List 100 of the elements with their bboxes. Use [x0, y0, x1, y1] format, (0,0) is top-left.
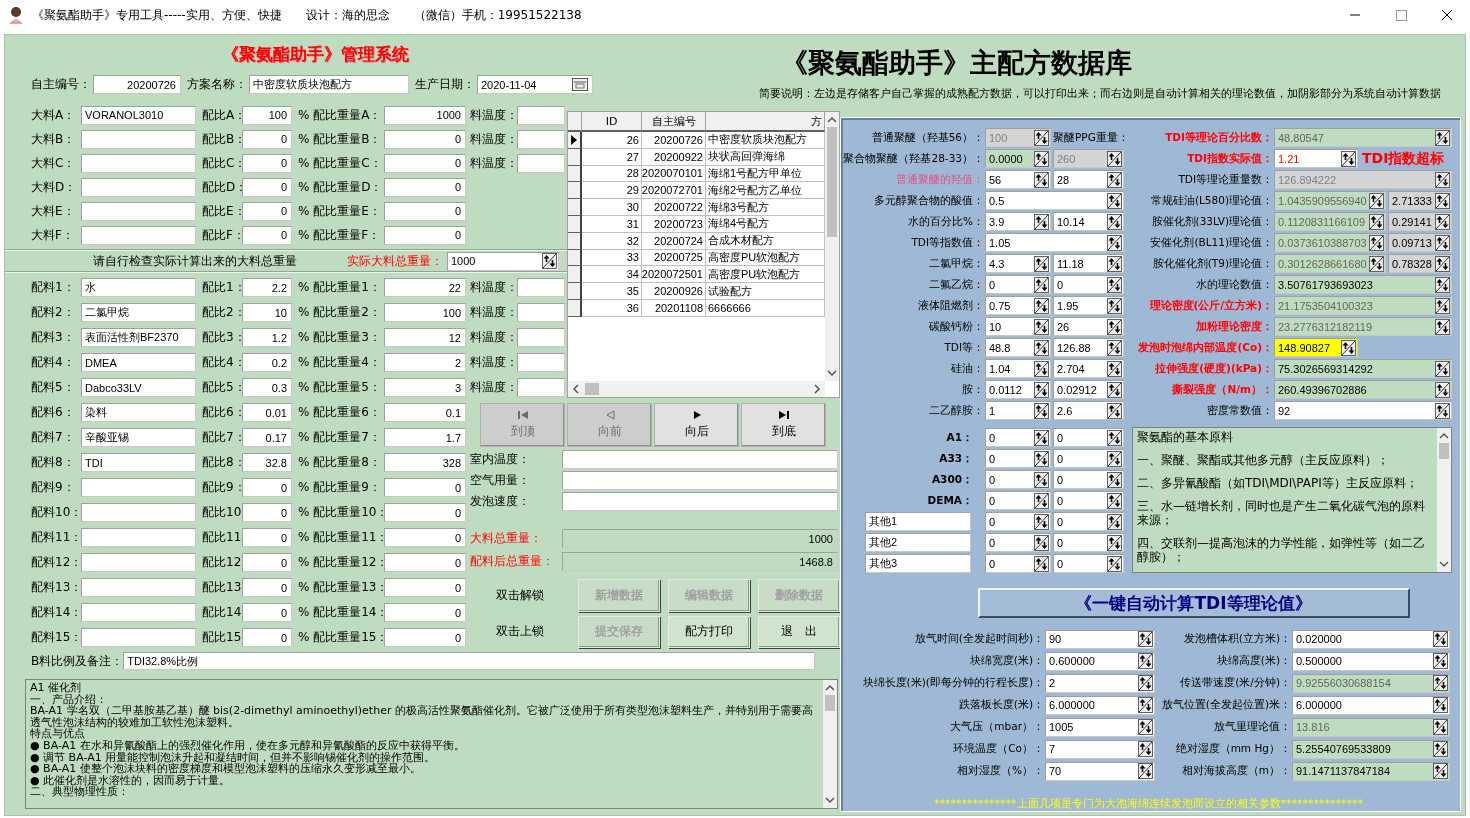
- input-field[interactable]: 2.71333: [1388, 191, 1452, 210]
- spinner-icon[interactable]: [1435, 402, 1450, 419]
- spinner-icon[interactable]: [1034, 318, 1049, 335]
- input-field[interactable]: 2: [1045, 673, 1155, 693]
- input-field[interactable]: 3.50761793693023: [1274, 275, 1452, 294]
- input-field[interactable]: [562, 471, 838, 490]
- name-field[interactable]: [81, 153, 196, 173]
- column-header[interactable]: ID: [582, 112, 642, 132]
- input-field[interactable]: 0.0112: [985, 380, 1051, 399]
- ratio-field[interactable]: 0.17: [242, 428, 292, 447]
- action-button[interactable]: 配方打印: [668, 615, 750, 648]
- input-field[interactable]: 0.78328: [1388, 254, 1452, 273]
- input-field[interactable]: 7: [1045, 739, 1155, 759]
- input-field[interactable]: 0: [1053, 449, 1124, 468]
- input-field[interactable]: 0.600000: [1045, 651, 1155, 671]
- input-field[interactable]: 5.25540769533809: [1292, 739, 1450, 759]
- weight-field[interactable]: 0: [384, 553, 466, 572]
- spinner-icon[interactable]: [1435, 129, 1450, 146]
- input-field[interactable]: 92: [1274, 401, 1452, 420]
- name-field[interactable]: [81, 225, 196, 245]
- input-field[interactable]: 0: [985, 491, 1051, 510]
- input-field[interactable]: 0.75: [985, 296, 1051, 315]
- input-field[interactable]: 26: [1053, 317, 1124, 336]
- spinner-icon[interactable]: [1107, 213, 1122, 230]
- spinner-icon[interactable]: [1435, 213, 1450, 230]
- input-field[interactable]: 0: [1053, 512, 1124, 531]
- name-field[interactable]: [81, 503, 196, 522]
- spinner-icon[interactable]: [1435, 297, 1450, 314]
- name-field[interactable]: 其他3: [865, 554, 971, 573]
- input-field[interactable]: 1.21: [1274, 149, 1358, 168]
- scrollbar-thumb[interactable]: [825, 695, 835, 711]
- spinner-icon[interactable]: [1433, 763, 1448, 779]
- ratio-field[interactable]: 1.2: [242, 328, 292, 347]
- weight-field[interactable]: 0: [384, 225, 466, 245]
- weight-field[interactable]: 100: [384, 303, 466, 322]
- input-field[interactable]: 1005: [1045, 717, 1155, 737]
- spinner-icon[interactable]: [1034, 534, 1049, 551]
- spinner-icon[interactable]: [1138, 763, 1153, 779]
- scrollbar-thumb[interactable]: [1439, 443, 1449, 459]
- input-field[interactable]: 0: [985, 449, 1051, 468]
- weight-field[interactable]: 3: [384, 378, 466, 397]
- ratio-field[interactable]: 0: [242, 603, 292, 622]
- weight-field[interactable]: 12: [384, 328, 466, 347]
- input-field[interactable]: 0.0000: [985, 149, 1051, 168]
- name-field[interactable]: VORANOL3010: [81, 105, 196, 125]
- chevron-down-icon[interactable]: [1439, 559, 1449, 569]
- spinner-icon[interactable]: [542, 253, 557, 269]
- input-field[interactable]: 21.1753504100323: [1274, 296, 1452, 315]
- name-field[interactable]: [81, 628, 196, 647]
- weight-field[interactable]: 0.1: [384, 403, 466, 422]
- spinner-icon[interactable]: [1107, 339, 1122, 356]
- input-field[interactable]: TDI32.8%比例: [123, 652, 816, 670]
- chevron-down-icon[interactable]: [827, 368, 837, 378]
- scrollbar-thumb[interactable]: [585, 383, 599, 395]
- spinner-icon[interactable]: [1433, 719, 1448, 735]
- name-field[interactable]: [81, 553, 196, 572]
- input-field[interactable]: 0: [1053, 428, 1124, 447]
- spinner-icon[interactable]: [1034, 150, 1049, 167]
- ratio-field[interactable]: 0: [242, 503, 292, 522]
- ratio-field[interactable]: 0: [242, 528, 292, 547]
- spinner-icon[interactable]: [1034, 471, 1049, 488]
- spinner-icon[interactable]: [1034, 402, 1049, 419]
- name-field[interactable]: [81, 177, 196, 197]
- input-field[interactable]: 20200726: [93, 75, 181, 94]
- spinner-icon[interactable]: [1433, 675, 1448, 691]
- ratio-field[interactable]: 0: [242, 201, 292, 221]
- weight-field[interactable]: 0: [384, 177, 466, 197]
- spinner-icon[interactable]: [1107, 234, 1122, 251]
- spinner-icon[interactable]: [1107, 150, 1122, 167]
- ratio-field[interactable]: 2.2: [242, 278, 292, 297]
- input-field[interactable]: 2.704: [1053, 359, 1124, 378]
- spinner-icon[interactable]: [1107, 513, 1122, 530]
- spinner-icon[interactable]: [1138, 631, 1153, 647]
- temperature-field[interactable]: [517, 105, 565, 125]
- vertical-scrollbar[interactable]: [823, 680, 837, 808]
- input-field[interactable]: 4.3: [985, 254, 1051, 273]
- input-field[interactable]: 0.5: [985, 191, 1124, 210]
- input-field[interactable]: 9.92556030688154: [1292, 673, 1450, 693]
- spinner-icon[interactable]: [1138, 719, 1153, 735]
- spinner-icon[interactable]: [1435, 318, 1450, 335]
- input-field[interactable]: 0: [985, 470, 1051, 489]
- input-field[interactable]: 6.000000: [1292, 695, 1450, 715]
- nav-button[interactable]: 向后: [654, 403, 739, 447]
- row-selector[interactable]: [568, 182, 582, 200]
- input-field[interactable]: 0: [985, 275, 1051, 294]
- spinner-icon[interactable]: [1435, 381, 1450, 398]
- input-field[interactable]: 0: [985, 554, 1051, 573]
- spinner-icon[interactable]: [1138, 675, 1153, 691]
- temperature-field[interactable]: [517, 303, 565, 322]
- spinner-icon[interactable]: [1138, 741, 1153, 757]
- weight-field[interactable]: 1000: [384, 105, 466, 125]
- notes-field[interactable]: A1 催化剂 一、产品介绍： BA-A1 学名双（二甲基胺基乙基）醚 bis(2-dimethyl aminoethyl)ether 的极高活性聚氨酯催化剂。它被广泛使用于所有类型泡沫塑料生产，并特别用于需要高透气性泡沫结构的较难加工软性泡沫塑料。 特点与优点 ● BA-A1 在水和异氰酸酯上的强烈催化作用，使在多元醇和异氰酸酯的反应中获得平衡。 ● 调节 BA-A1 用量能控制泡沫升起和凝结时间，但并不影响锡催化剂的操作范围。 ● BA-A1 使整个泡沫块料的密度梯度和模型泡沫塑料的压缩永久变形减至最小。 ● 此催化剂是水溶性的，因而易于计量。 二、典型物理性质：: [25, 679, 838, 809]
- ratio-field[interactable]: 0: [242, 129, 292, 149]
- vertical-scrollbar[interactable]: [825, 112, 839, 381]
- name-field[interactable]: [81, 129, 196, 149]
- input-field[interactable]: 48.8: [985, 338, 1051, 357]
- scrollbar-thumb[interactable]: [827, 127, 837, 237]
- input-field[interactable]: 56: [985, 170, 1051, 189]
- weight-field[interactable]: 0: [384, 129, 466, 149]
- input-field[interactable]: 0.0373610388703: [1274, 233, 1386, 252]
